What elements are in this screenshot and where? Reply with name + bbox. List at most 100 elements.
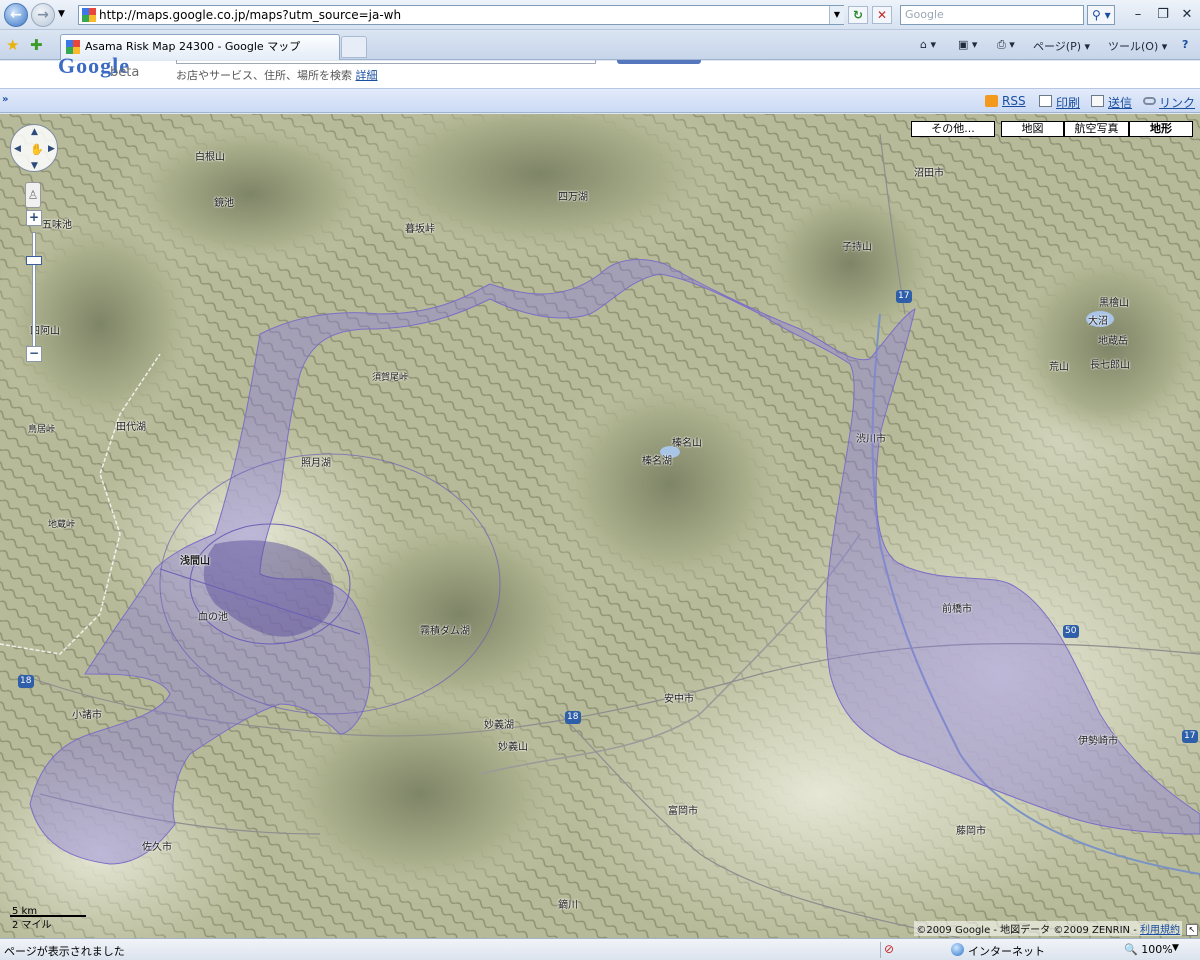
label-komoro: 小諸市	[72, 710, 102, 721]
terrain-layer	[0, 114, 1200, 938]
label-chinoike: 血の池	[198, 612, 228, 623]
label-numata: 沼田市	[914, 168, 944, 179]
status-text: ページが表示されました	[4, 945, 125, 958]
label-kurohime: 黒檜山	[1099, 298, 1129, 309]
label-jizo-kirishima: 地蔵岳	[1098, 336, 1128, 347]
tools-menu[interactable]: ツール(O) ▾	[1108, 38, 1167, 54]
rss-link[interactable]: RSS	[1002, 94, 1026, 108]
label-kirizumi: 霧積ダム湖	[420, 626, 470, 637]
add-favorite-icon[interactable]: ✚	[30, 36, 43, 54]
label-tashiro: 田代湖	[116, 422, 146, 433]
zoom-in-button[interactable]: +	[26, 210, 42, 226]
maps-search-input[interactable]	[176, 60, 596, 64]
page-menu[interactable]: ページ(P) ▾	[1033, 38, 1090, 54]
pan-right-icon[interactable]: ▶	[48, 144, 55, 154]
pan-left-icon[interactable]: ◀	[14, 144, 21, 154]
zoom-level[interactable]: 🔍 100%	[1124, 943, 1173, 956]
status-bar: ページが表示されました ⊘ インターネット 🔍 100% ▼	[0, 938, 1200, 960]
map-type-satellite-button[interactable]: 航空写真	[1064, 121, 1129, 137]
maximize-button[interactable]: ❐	[1152, 5, 1174, 25]
security-zone[interactable]: インターネット	[968, 943, 1045, 959]
home-button[interactable]: ⌂ ▾	[920, 38, 936, 51]
mail-icon	[1091, 95, 1104, 107]
help-button[interactable]: ?	[1182, 38, 1188, 51]
pan-center-hand-icon[interactable]: ✋	[30, 143, 44, 156]
history-dropdown-icon[interactable]: ▼	[58, 9, 65, 19]
rss-icon	[985, 95, 998, 107]
print-button[interactable]: ⎙ ▾	[997, 38, 1015, 52]
route-17-label-2: 17	[1184, 731, 1196, 741]
status-divider	[880, 942, 881, 958]
pan-control[interactable]: ▲ ▼ ◀ ▶ ✋	[10, 124, 58, 172]
maps-search-button[interactable]	[617, 60, 701, 64]
label-annaka: 安中市	[664, 694, 694, 705]
collapse-panel-button[interactable]: »	[2, 94, 8, 105]
pan-down-icon[interactable]: ▼	[31, 161, 38, 171]
feeds-button[interactable]: ▣ ▾	[958, 38, 977, 51]
label-isesaki: 伊勢崎市	[1078, 736, 1118, 747]
address-field[interactable]: http://maps.google.co.jp/maps?utm_source…	[78, 5, 844, 25]
link-bar: » RSS 印刷 送信 リンク	[0, 88, 1200, 113]
link-link[interactable]: リンク	[1159, 94, 1195, 111]
forward-button[interactable]: →	[31, 3, 55, 27]
popup-blocker-icon[interactable]: ⊘	[884, 942, 894, 956]
map-type-terrain-button[interactable]: 地形	[1129, 121, 1193, 137]
label-tomioka: 富岡市	[668, 806, 698, 817]
tab-title: Asama Risk Map 24300 - Google マップ	[85, 40, 301, 53]
route-18-label: 18	[20, 676, 32, 686]
label-goshiki: 五味池	[42, 220, 72, 231]
label-maebashi: 前橋市	[942, 604, 972, 615]
overview-toggle-icon[interactable]: ↖	[1186, 924, 1198, 936]
link-chain-icon	[1143, 97, 1156, 105]
label-torii: 鳥居峠	[28, 425, 56, 435]
detail-link[interactable]: 詳細	[356, 69, 378, 82]
new-tab-button[interactable]	[341, 36, 367, 58]
stop-button[interactable]: ✕	[872, 6, 892, 24]
google-favicon-icon	[66, 40, 80, 54]
back-button[interactable]: ←	[4, 3, 28, 27]
zoom-dropdown-icon[interactable]: ▼	[1172, 943, 1179, 953]
print-link[interactable]: 印刷	[1056, 94, 1080, 111]
zoom-slider-track[interactable]	[32, 232, 36, 348]
zoom-slider-handle[interactable]	[26, 256, 42, 265]
copyright-text: ©2009 Google - 地図データ ©2009 ZENRIN -	[916, 925, 1137, 936]
map-type-more-button[interactable]: その他...	[911, 121, 995, 137]
label-mokuzai: 暮坂峠	[405, 224, 435, 235]
terms-link[interactable]: 利用規約	[1140, 925, 1180, 936]
label-arayama: 荒山	[1049, 362, 1069, 373]
label-saku: 佐久市	[142, 842, 172, 853]
street-view-pegman-icon[interactable]: ♙	[25, 182, 41, 208]
label-asama: 浅間山	[180, 556, 210, 567]
internet-zone-globe-icon	[951, 943, 964, 956]
label-shirane: 白根山	[195, 152, 225, 163]
label-myogi-san: 妙義山	[498, 742, 528, 753]
beta-label: beta	[110, 65, 140, 80]
google-header: Google beta お店やサービス、住所、場所を検索 詳細	[0, 53, 1200, 88]
address-toolbar: ← → ▼ http://maps.google.co.jp/maps?utm_…	[0, 0, 1200, 30]
search-button[interactable]: ⚲ ▾	[1087, 5, 1115, 25]
search-input[interactable]: Google	[900, 5, 1084, 25]
minimize-button[interactable]: –	[1127, 5, 1149, 25]
label-shibukawa: 渋川市	[856, 434, 886, 445]
scale-miles: 2 マイル	[12, 920, 52, 931]
label-onuma: 大沼	[1088, 316, 1108, 327]
zoom-out-button[interactable]: −	[26, 346, 42, 362]
route-17-label: 17	[898, 291, 910, 301]
address-dropdown-icon[interactable]: ▼	[829, 6, 844, 24]
search-hint: お店やサービス、住所、場所を検索 詳細	[176, 67, 378, 83]
label-kagami: 鏡池	[214, 198, 234, 209]
map-canvas[interactable]: 白根山 鏡池 五味池 四万湖 暮坂峠 子持山 沼田市 黒檜山 大沼 地蔵岳 長七…	[0, 114, 1200, 938]
label-terutsuki: 照月湖	[301, 458, 331, 469]
google-favicon-icon	[82, 8, 96, 22]
route-18-label-2: 18	[567, 712, 579, 722]
search-hint-text: お店やサービス、住所、場所を検索	[176, 69, 352, 82]
pan-up-icon[interactable]: ▲	[31, 127, 38, 137]
label-suganao: 須賀尾峠	[372, 373, 409, 383]
print-icon	[1039, 95, 1052, 107]
refresh-button[interactable]: ↻	[848, 6, 868, 24]
favorites-star-icon[interactable]: ★	[6, 36, 19, 54]
close-button[interactable]: ✕	[1176, 5, 1198, 25]
label-kaburagawa: 鏑川	[558, 900, 578, 911]
send-link[interactable]: 送信	[1108, 94, 1132, 111]
map-type-map-button[interactable]: 地図	[1001, 121, 1064, 137]
